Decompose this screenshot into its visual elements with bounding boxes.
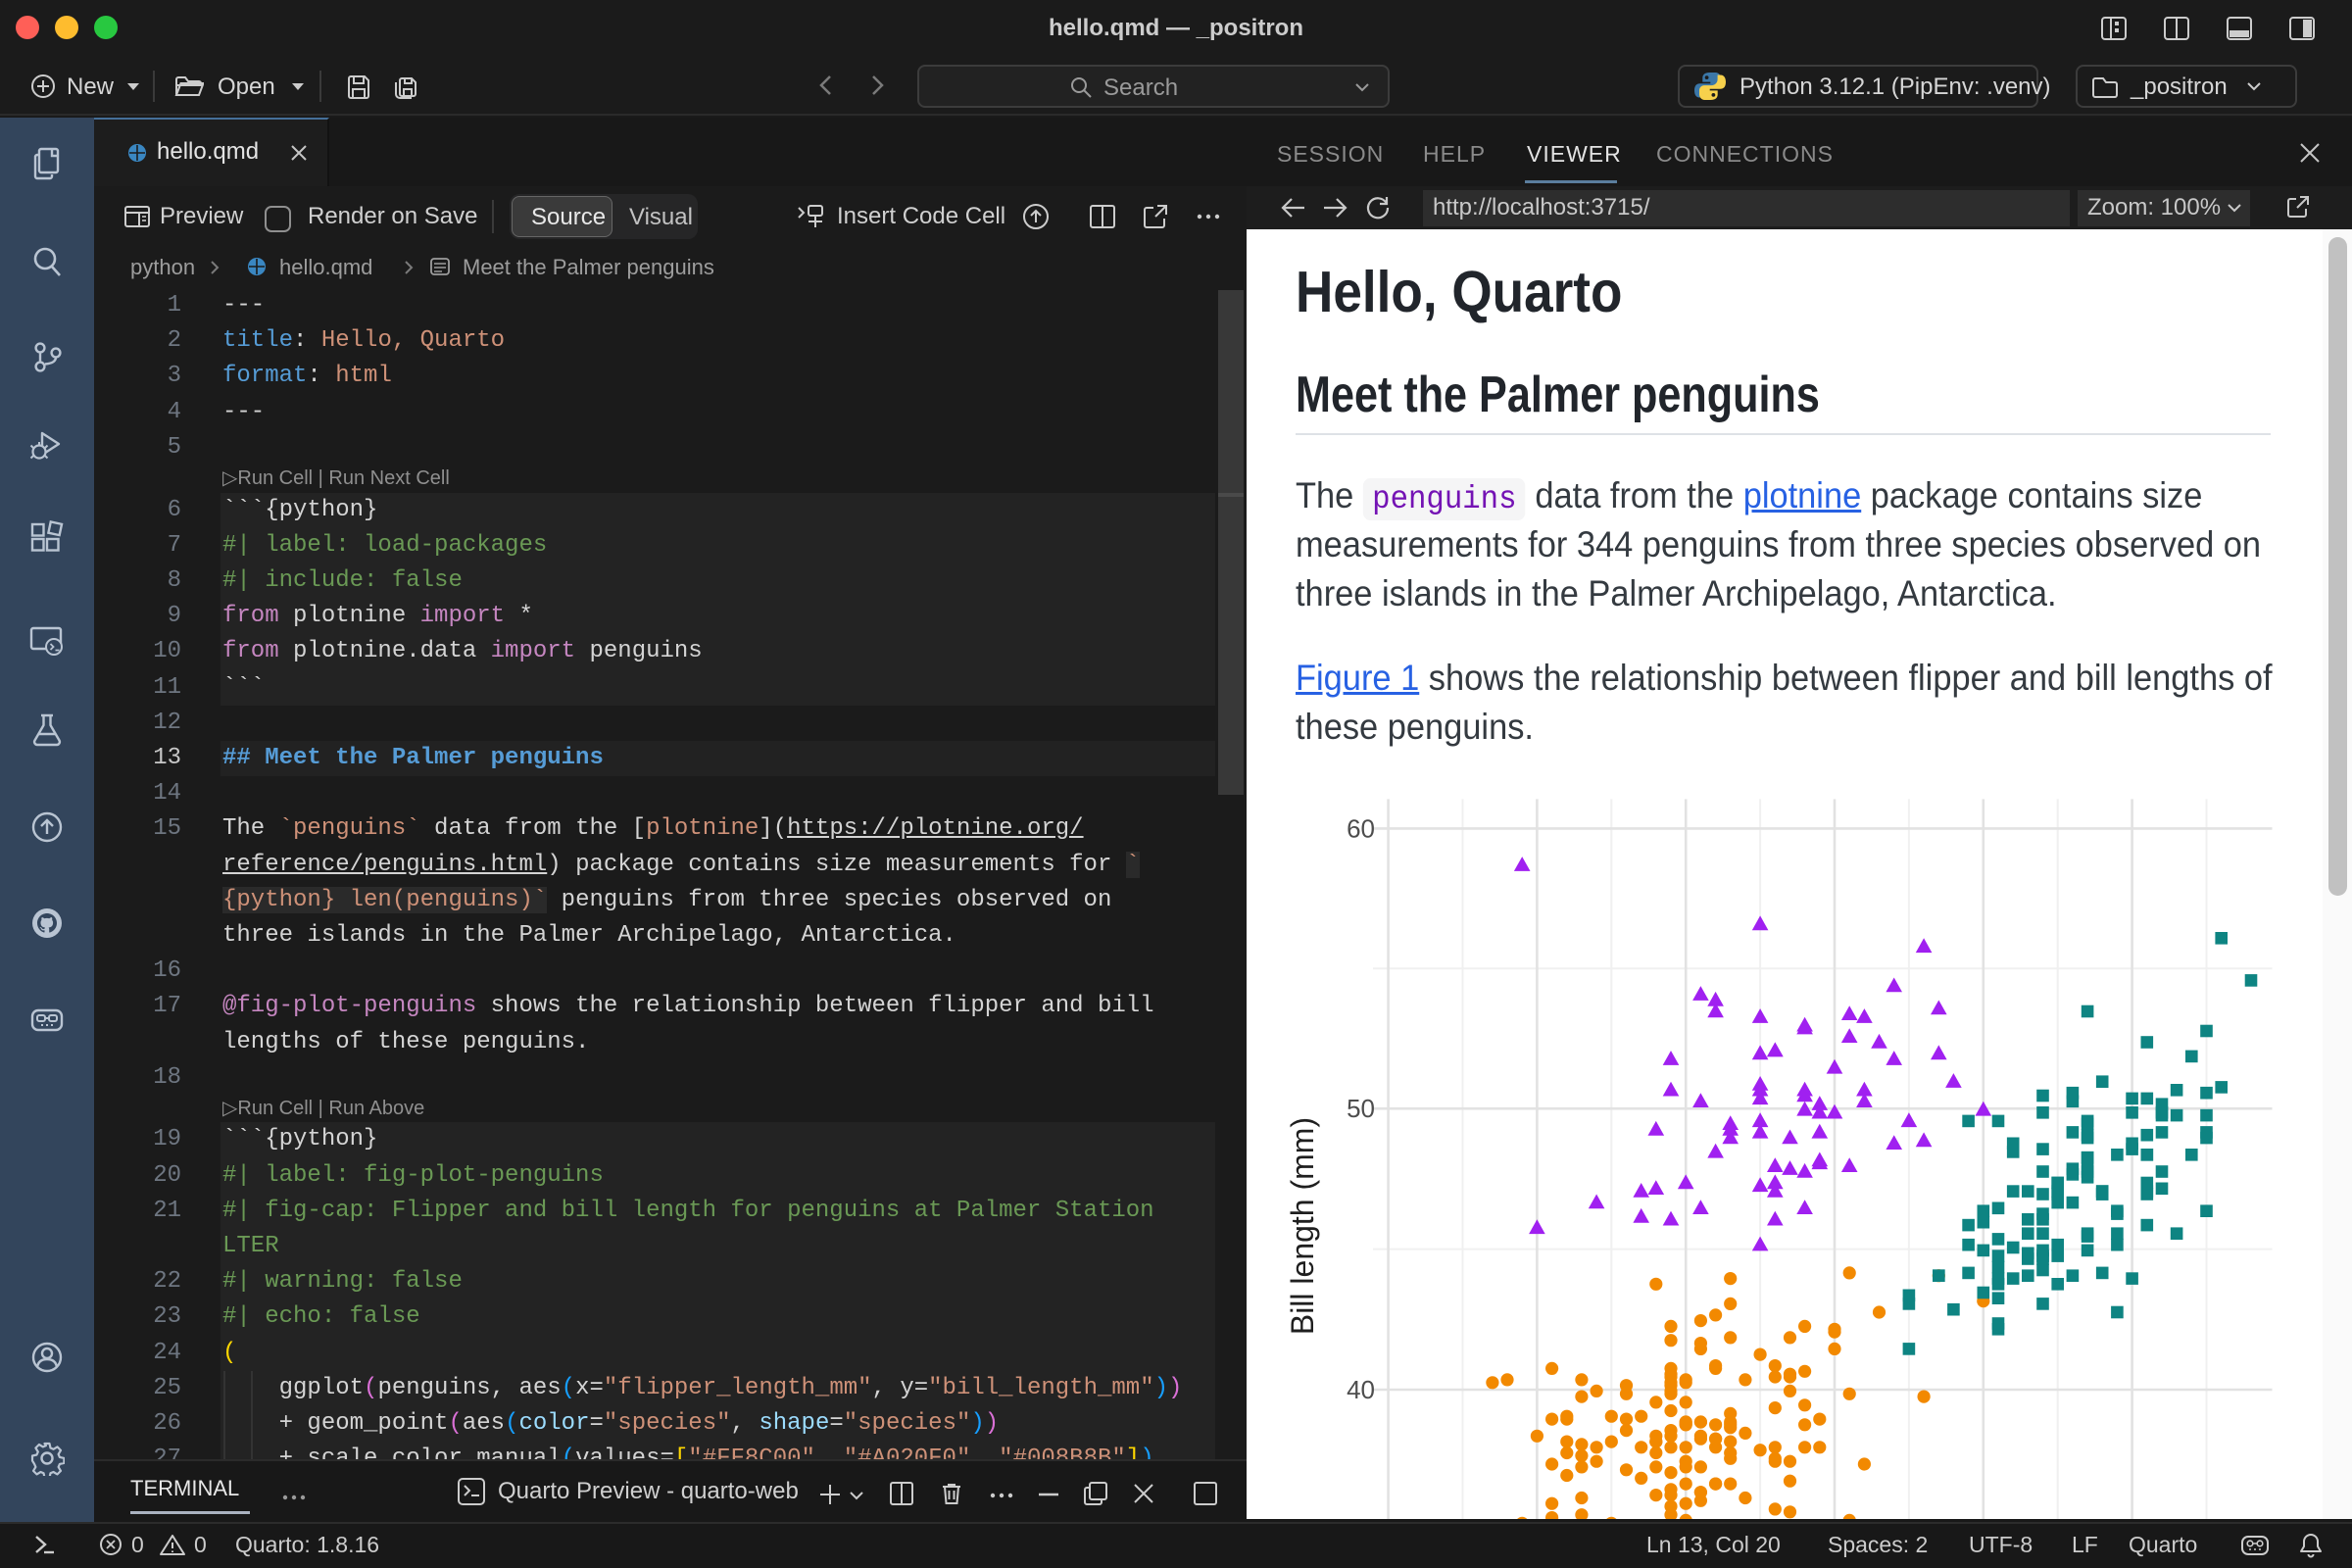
svg-text:50: 50 [1347,1094,1375,1123]
svg-text:40: 40 [1347,1375,1375,1404]
svg-text:Bill length (mm): Bill length (mm) [1285,1117,1320,1335]
svg-text:60: 60 [1347,813,1375,843]
